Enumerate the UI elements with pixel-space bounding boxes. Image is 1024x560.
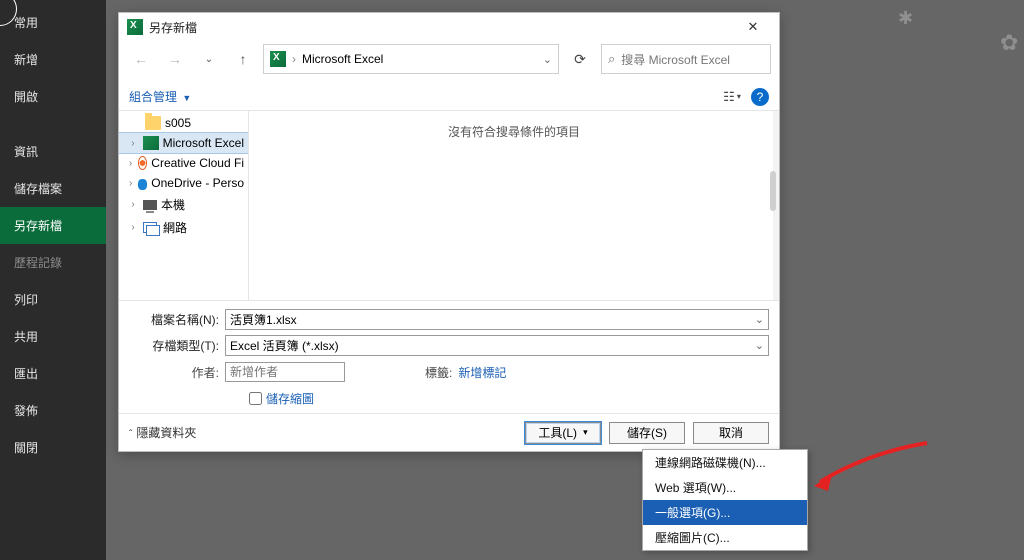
dialog-footer: ˆ隱藏資料夾 工具(L) 儲存(S) 取消	[119, 413, 779, 451]
address-dropdown-icon[interactable]: ⌄	[543, 53, 552, 66]
sidebar-item-save[interactable]: 儲存檔案	[0, 170, 106, 207]
recent-dropdown-icon[interactable]: ⌄	[195, 45, 223, 73]
menu-item-compress-pic[interactable]: 壓縮圖片(C)...	[643, 525, 807, 550]
breadcrumb-separator: ›	[292, 52, 296, 66]
save-form: 檔案名稱(N): 活頁簿1.xlsx 存檔類型(T): Excel 活頁簿 (*…	[119, 300, 779, 413]
filetype-label: 存檔類型(T):	[129, 337, 225, 354]
network-icon	[143, 221, 159, 235]
deco-icon: ✱	[898, 8, 913, 29]
search-icon: ⌕	[608, 51, 615, 67]
save-thumbnail-checkbox[interactable]: 儲存縮圖	[249, 390, 769, 407]
dialog-title: 另存新檔	[149, 19, 735, 36]
tree-label: OneDrive - Perso	[151, 176, 244, 190]
nav-row: ← → ⌄ ↑ › Microsoft Excel ⌄ ⟳ ⌕ 搜尋 Micro…	[119, 41, 779, 83]
menu-item-web-options[interactable]: Web 選項(W)...	[643, 475, 807, 500]
sidebar-item-saveas[interactable]: 另存新檔	[0, 207, 106, 244]
scrollbar-thumb[interactable]	[770, 171, 776, 211]
expand-icon[interactable]: ›	[127, 178, 134, 189]
organize-dropdown[interactable]: 組合管理 ▼	[129, 88, 191, 105]
back-icon: ←	[127, 45, 155, 73]
expand-icon[interactable]: ›	[127, 158, 134, 169]
thumbnail-checkbox-label: 儲存縮圖	[266, 390, 314, 407]
save-button[interactable]: 儲存(S)	[609, 422, 685, 444]
menu-item-general-options[interactable]: 一般選項(G)...	[643, 500, 807, 525]
sidebar-item-open[interactable]: 開啟	[0, 78, 106, 115]
toolbar: 組合管理 ▼ ☷▾ ?	[119, 83, 779, 111]
up-icon[interactable]: ↑	[229, 45, 257, 73]
expand-icon[interactable]: ›	[127, 199, 139, 210]
save-as-dialog: 另存新檔 ✕ ← → ⌄ ↑ › Microsoft Excel ⌄ ⟳ ⌕ 搜…	[118, 12, 780, 452]
title-bar: 另存新檔 ✕	[119, 13, 779, 41]
tree-item-onedrive[interactable]: › OneDrive - Perso	[119, 173, 248, 193]
close-icon[interactable]: ✕	[735, 15, 771, 39]
backstage-sidebar: 常用 新增 開啟 資訊 儲存檔案 另存新檔 歷程記錄 列印 共用 匯出 發佈 關…	[0, 0, 106, 560]
tree-item-pc[interactable]: › 本機	[119, 193, 248, 216]
empty-state-text: 沒有符合搜尋條件的項目	[448, 123, 580, 140]
sidebar-item-close[interactable]: 關閉	[0, 429, 106, 466]
tools-dropdown-menu: 連線網路磁碟機(N)... Web 選項(W)... 一般選項(G)... 壓縮…	[642, 449, 808, 551]
view-options-icon[interactable]: ☷▾	[721, 86, 743, 108]
excel-path-icon	[270, 51, 286, 67]
sidebar-item-info[interactable]: 資訊	[0, 133, 106, 170]
tags-label: 標籤:	[425, 364, 452, 381]
sidebar-item-print[interactable]: 列印	[0, 281, 106, 318]
filename-input[interactable]: 活頁簿1.xlsx	[225, 309, 769, 330]
tree-label: 網路	[163, 219, 187, 236]
refresh-icon[interactable]: ⟳	[565, 44, 595, 74]
tree-label: Creative Cloud Fi	[151, 156, 244, 170]
address-bar[interactable]: › Microsoft Excel ⌄	[263, 44, 559, 74]
onedrive-icon	[138, 179, 147, 190]
tree-item-network[interactable]: › 網路	[119, 216, 248, 239]
cancel-button[interactable]: 取消	[693, 422, 769, 444]
expand-icon[interactable]: ›	[127, 138, 139, 149]
deco-icon: ✿	[1000, 30, 1018, 56]
search-placeholder: 搜尋 Microsoft Excel	[621, 51, 730, 68]
help-icon[interactable]: ?	[751, 88, 769, 106]
excel-app-icon	[127, 19, 143, 35]
expand-icon[interactable]: ›	[127, 222, 139, 233]
tree-label: 本機	[161, 196, 185, 213]
sidebar-item-export[interactable]: 匯出	[0, 355, 106, 392]
folder-icon	[145, 116, 161, 130]
tree-item-s005[interactable]: s005	[119, 113, 248, 133]
sidebar-item-new[interactable]: 新增	[0, 41, 106, 78]
breadcrumb-text[interactable]: Microsoft Excel	[302, 52, 383, 66]
tree-label: Microsoft Excel	[163, 136, 244, 150]
sidebar-item-share[interactable]: 共用	[0, 318, 106, 355]
excel-folder-icon	[143, 136, 159, 150]
author-input[interactable]	[225, 362, 345, 382]
hide-folders-toggle[interactable]: ˆ隱藏資料夾	[129, 424, 196, 441]
forward-icon: →	[161, 45, 189, 73]
menu-item-map-drive[interactable]: 連線網路磁碟機(N)...	[643, 450, 807, 475]
search-input[interactable]: ⌕ 搜尋 Microsoft Excel	[601, 44, 771, 74]
filetype-dropdown[interactable]: Excel 活頁簿 (*.xlsx)	[225, 335, 769, 356]
folder-tree: s005 › Microsoft Excel › Creative Cloud …	[119, 111, 249, 300]
creative-cloud-icon	[138, 156, 147, 170]
annotation-arrow	[812, 438, 932, 498]
scrollbar[interactable]	[773, 111, 779, 300]
tools-button[interactable]: 工具(L)	[525, 422, 601, 444]
tree-item-excel[interactable]: › Microsoft Excel	[119, 133, 248, 153]
pc-icon	[143, 200, 157, 210]
tree-label: s005	[165, 116, 191, 130]
sidebar-item-publish[interactable]: 發佈	[0, 392, 106, 429]
add-tag-link[interactable]: 新增標記	[458, 364, 506, 381]
file-list-panel: 沒有符合搜尋條件的項目	[248, 111, 779, 300]
thumbnail-checkbox-input[interactable]	[249, 392, 262, 405]
author-label: 作者:	[129, 364, 225, 381]
sidebar-item-history: 歷程記錄	[0, 244, 106, 281]
tree-item-cc[interactable]: › Creative Cloud Fi	[119, 153, 248, 173]
filename-label: 檔案名稱(N):	[129, 311, 225, 328]
